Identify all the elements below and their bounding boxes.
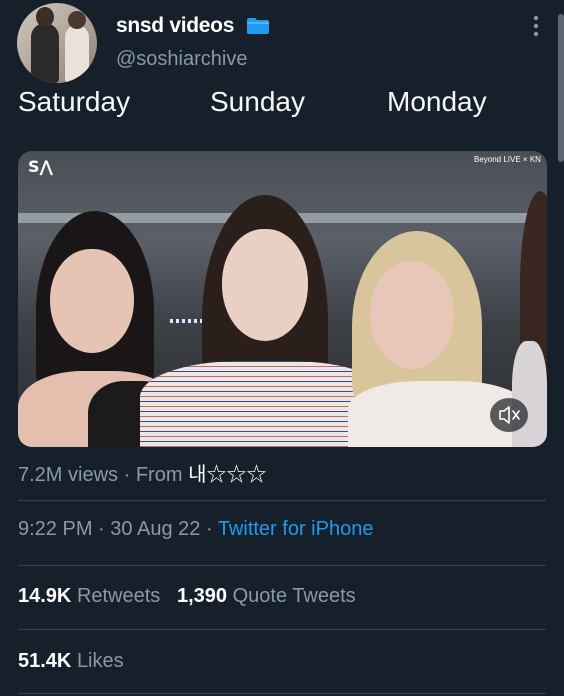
tweet-text: Saturday Sunday Monday	[18, 86, 538, 126]
views-separator: ·	[123, 464, 131, 486]
likes-stats: 51.4K Likes	[18, 650, 124, 673]
likes-link[interactable]: 51.4K Likes	[18, 650, 124, 672]
tweet-header: snsd videos @soshiarchive	[0, 0, 564, 90]
timestamp-separator: ·	[98, 518, 105, 540]
avatar-head-right	[68, 11, 86, 29]
quote-tweets-link[interactable]: 1,390 Quote Tweets	[177, 585, 356, 607]
live-badge: Beyond LIVE × KN	[474, 155, 541, 164]
tweet-timestamp: 9:22 PM · 30 Aug 22 · Twitter for iPhone	[18, 518, 373, 541]
avatar-head-left	[36, 7, 54, 27]
likes-count: 51.4K	[18, 650, 72, 672]
divider	[18, 565, 546, 566]
tweet-source-link[interactable]: Twitter for iPhone	[218, 518, 374, 540]
avatar-figure-left	[31, 23, 59, 83]
divider	[18, 629, 546, 630]
retweet-quote-stats: 14.9K Retweets 1,390 Quote Tweets	[18, 585, 356, 608]
broadcaster-logo: S⋀	[28, 157, 54, 176]
from-account-link[interactable]: 내☆☆☆	[188, 464, 266, 486]
retweets-link[interactable]: 14.9K Retweets	[18, 585, 160, 607]
tweet-date[interactable]: 30 Aug 22	[110, 518, 200, 540]
quote-tweets-count: 1,390	[176, 585, 228, 607]
tweet-time[interactable]: 9:22 PM	[18, 518, 92, 540]
more-options-icon[interactable]	[526, 14, 546, 38]
scrollbar-thumb[interactable]	[558, 14, 564, 162]
retweets-label: Retweets	[76, 585, 161, 607]
tweet-word-1: Saturday	[18, 86, 131, 117]
folder-icon	[247, 18, 269, 34]
display-name[interactable]: snsd videos	[116, 14, 234, 38]
likes-label: Likes	[76, 650, 124, 672]
video-player[interactable]: S⋀ Beyond LIVE × KN	[18, 151, 547, 447]
tweet-word-2: Sunday	[210, 86, 305, 117]
view-count: 7.2M views	[18, 464, 119, 486]
avatar-figure-right	[65, 25, 89, 83]
timestamp-separator: ·	[205, 518, 213, 540]
quote-tweets-label: Quote Tweets	[232, 585, 356, 607]
divider	[18, 693, 546, 694]
view-count-line: 7.2M views · From 내☆☆☆	[18, 458, 266, 487]
from-label: From	[135, 464, 183, 486]
speaker-muted-icon	[499, 406, 520, 424]
user-handle[interactable]: @soshiarchive	[116, 48, 247, 71]
divider	[18, 500, 546, 501]
avatar[interactable]	[17, 3, 97, 83]
tweet-word-3: Monday	[387, 86, 487, 117]
mute-button[interactable]	[490, 398, 528, 432]
retweets-count: 14.9K	[18, 585, 72, 607]
